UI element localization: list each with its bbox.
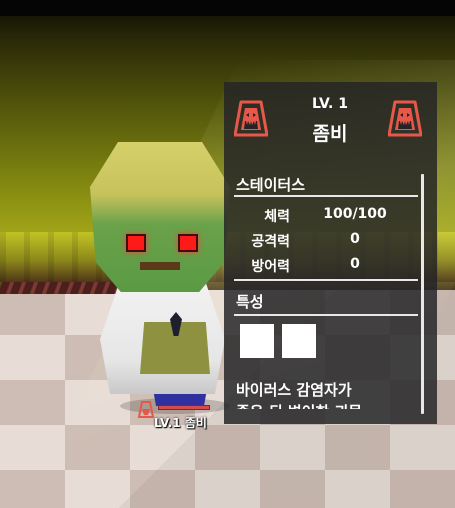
monster-name: 좀비 — [312, 123, 348, 145]
stat-hp-value: 100/100 — [323, 206, 387, 222]
panel-header: LV. 1 좀비 — [224, 82, 437, 146]
status-divider — [234, 195, 418, 197]
nameplate-health-bar — [158, 405, 210, 410]
description-text: 바이러스 감염자가 죽은 뒤 변이한 괴물 — [236, 379, 418, 409]
monster-info-panel[interactable]: LV. 1 좀비 스테이터스 체력 100/100 공격력 0 방어력 0 특성… — [224, 82, 437, 424]
description-line-1: 바이러스 감염자가 — [236, 381, 352, 399]
zombie-right-eye — [178, 234, 198, 252]
traits-section-title: 특성 — [236, 293, 264, 311]
trait-slot-1[interactable] — [240, 324, 274, 358]
zombie-mouth — [140, 262, 180, 270]
stat-hp-label: 체력 — [264, 209, 290, 225]
monster-level: LV. 1 — [312, 96, 348, 112]
traits-divider — [234, 314, 418, 316]
screaming-monster-icon — [234, 100, 268, 137]
stat-attack-label: 공격력 — [251, 234, 290, 250]
screaming-monster-icon — [388, 100, 422, 137]
trait-slot-2[interactable] — [282, 324, 316, 358]
description-viewport[interactable]: 바이러스 감염자가 죽은 뒤 변이한 괴물 — [224, 377, 437, 409]
stat-defense-value: 0 — [350, 256, 360, 272]
description-line-2: 죽은 뒤 변이한 괴물 — [236, 401, 418, 409]
stat-defense-label: 방어력 — [251, 259, 290, 275]
stats-divider — [234, 279, 418, 281]
monster-mini-icon — [137, 401, 155, 418]
status-section-title: 스테이터스 — [236, 176, 306, 194]
nameplate-label: LV.1 좀비 — [154, 416, 207, 430]
stat-attack-value: 0 — [350, 231, 360, 247]
zombie-left-eye — [126, 234, 146, 252]
zombie-nameplate: LV.1 좀비 — [136, 400, 216, 436]
